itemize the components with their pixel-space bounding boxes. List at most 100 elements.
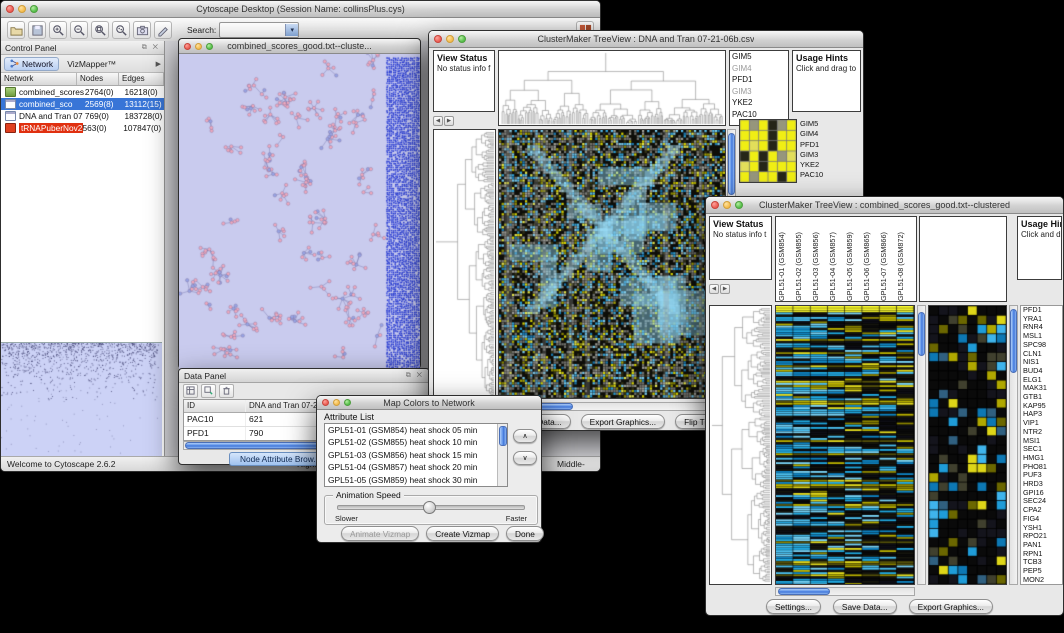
close-button[interactable] [184,43,191,50]
search-input[interactable]: ▾ [219,22,299,38]
minimize-button[interactable] [446,35,454,43]
zoom-window-button[interactable] [206,43,213,50]
row-dendrogram-canvas[interactable] [433,129,496,399]
gene-list-vscrollbar[interactable] [1009,305,1018,585]
close-button[interactable] [322,399,329,406]
gene-label[interactable]: PFD1 [730,74,788,86]
scrollbar-thumb[interactable] [1010,309,1017,373]
array-column-label[interactable]: GPL51-07 (GSM866) [879,220,896,301]
array-column-label[interactable]: GPL51-06 (GSM865) [862,220,879,301]
speed-slider-thumb[interactable] [423,501,436,514]
minimize-button[interactable] [723,201,731,209]
attribute-item[interactable]: GPL51-05 (GSM859) heat shock 30 min [325,474,497,486]
row-dendrogram-canvas[interactable] [709,305,772,585]
panel-dock-icons[interactable]: ⧉ ✕ [142,44,160,52]
column-header-network[interactable]: Network [1,73,77,85]
attribute-item[interactable]: GPL51-03 (GSM856) heat shock 15 min [325,449,497,461]
zoom-window-button[interactable] [735,201,743,209]
gene-label[interactable]: MON2 [1021,576,1062,585]
scrollbar-thumb[interactable] [918,312,925,356]
minimize-button[interactable] [333,399,340,406]
column-header-id[interactable]: ID [184,400,246,412]
heatmap-canvas[interactable] [775,305,915,585]
tv2-button[interactable]: Save Data... [833,599,897,614]
scrollbar-thumb[interactable] [728,133,735,195]
pane-right-arrow[interactable]: ▶ [720,284,730,294]
zoom-selected-icon[interactable] [112,21,130,39]
close-button[interactable] [434,35,442,43]
data-panel-title-bar[interactable]: Data Panel ⧉ ✕ [179,369,429,383]
column-dendrogram-canvas[interactable] [498,50,726,126]
tv2-button[interactable]: Export Graphics... [909,599,993,614]
zoom-window-button[interactable] [458,35,466,43]
treeview2-title-bar[interactable]: ClusterMaker TreeView : combined_scores_… [706,197,1063,214]
treeview1-title-bar[interactable]: ClusterMaker TreeView : DNA and Tran 07-… [429,31,863,48]
tv1-button[interactable]: Export Graphics... [581,414,665,429]
array-column-label[interactable]: GPL51-03 (GSM856) [811,220,828,301]
map-col-title-bar[interactable]: Map Colors to Network [317,396,541,410]
annotation-icon[interactable] [154,21,172,39]
zoom-out-icon[interactable] [70,21,88,39]
tab-vizmapper[interactable]: VizMapper™ [63,57,120,71]
move-up-button[interactable]: ∧ [513,429,537,443]
tab-network[interactable]: Network [4,57,59,71]
network-row[interactable]: combined_sco2569(8)13112(15) [1,98,164,110]
main-title-bar[interactable]: Cytoscape Desktop (Session Name: collins… [1,1,600,18]
delete-attribute-icon[interactable] [219,384,234,398]
scrollbar-thumb[interactable] [499,426,507,446]
data-value-cell: 790 [246,427,266,440]
array-column-label[interactable]: GPL51-01 (GSM854) [777,220,794,301]
heatmap-vscrollbar[interactable] [917,305,926,585]
pane-right-arrow[interactable]: ▶ [444,116,454,126]
move-down-button[interactable]: ∨ [513,451,537,465]
treeview2-title: ClusterMaker TreeView : combined_scores_… [759,200,1010,210]
zoom-window-button[interactable] [30,5,38,13]
gene-label[interactable]: GIM5 [730,51,788,63]
network-view-title-bar[interactable]: combined_scores_good.txt--cluste... [179,39,420,54]
zoom-heatmap-canvas[interactable] [928,305,1007,585]
chevron-down-icon[interactable]: ▾ [285,24,298,36]
tab-overflow-arrow[interactable]: ▶ [156,60,161,68]
minimize-button[interactable] [18,5,26,13]
pane-left-arrow[interactable]: ◀ [709,284,719,294]
network-overview-thumbnail[interactable] [1,342,162,457]
save-session-icon[interactable] [28,21,46,39]
gene-label[interactable]: GIM4 [730,63,788,75]
network-row[interactable]: combined_scores2764(0)16218(0) [1,86,164,98]
array-column-label[interactable]: GPL51-02 (GSM855) [794,220,811,301]
tv2-button[interactable]: Settings... [766,599,821,614]
map-dialog-button[interactable]: Done [506,526,544,541]
network-row[interactable]: tRNAPuberNov2563(0)107847(0) [1,122,164,134]
zoom-fit-icon[interactable] [91,21,109,39]
array-column-label[interactable]: GPL51-05 (GSM859) [845,220,862,301]
create-attribute-icon[interactable] [201,384,216,398]
heatmap-hscrollbar[interactable] [775,587,915,596]
panel-dock-icons[interactable]: ⧉ ✕ [406,372,424,380]
attribute-item[interactable]: GPL51-02 (GSM855) heat shock 10 min [325,436,497,448]
zoom-in-icon[interactable] [49,21,67,39]
attribute-item[interactable]: GPL51-06 (GSM865) heat shock 40 min [325,486,497,487]
pane-left-arrow[interactable]: ◀ [433,116,443,126]
snapshot-icon[interactable] [133,21,151,39]
column-header-nodes[interactable]: Nodes [77,73,119,85]
attribute-list-scrollbar[interactable] [497,424,507,486]
select-attributes-icon[interactable] [183,384,198,398]
close-button[interactable] [6,5,14,13]
heatmap-canvas[interactable] [498,129,726,399]
gene-label[interactable]: GIM3 [730,86,788,98]
open-session-icon[interactable] [7,21,25,39]
network-view-canvas[interactable] [179,54,420,369]
close-button[interactable] [711,201,719,209]
array-column-label[interactable]: GPL51-08 (GSM872) [896,220,913,301]
scrollbar-thumb[interactable] [778,588,830,595]
attribute-item[interactable]: GPL51-01 (GSM854) heat shock 05 min [325,424,497,436]
attribute-item[interactable]: GPL51-04 (GSM857) heat shock 20 min [325,461,497,473]
gene-label[interactable]: YKE2 [730,97,788,109]
correlation-matrix-canvas[interactable] [739,119,797,183]
zoom-window-button[interactable] [344,399,351,406]
minimize-button[interactable] [195,43,202,50]
map-dialog-button[interactable]: Create Vizmap [426,526,499,541]
array-column-label[interactable]: GPL51-04 (GSM857) [828,220,845,301]
network-row[interactable]: DNA and Tran 07769(0)183728(0) [1,110,164,122]
column-header-edges[interactable]: Edges [119,73,164,85]
